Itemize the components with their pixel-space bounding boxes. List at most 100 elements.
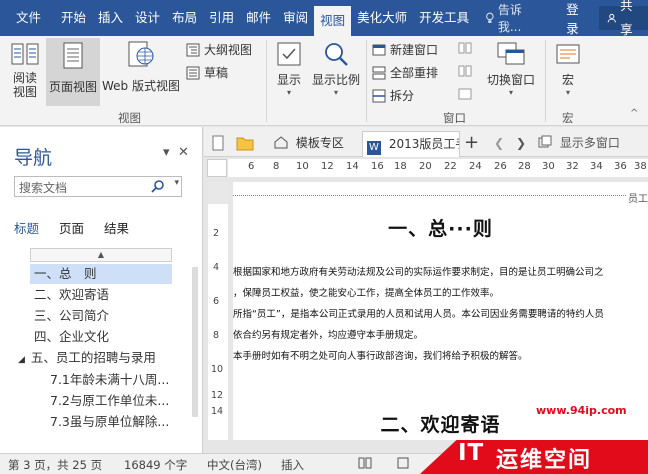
ruler-mark: 10 [296,161,309,172]
views-group-label: 视图 [118,111,141,125]
zoom-button[interactable]: 显示比例 ▾ [310,40,362,104]
nav-tab-results[interactable]: 结果 [104,218,129,237]
document-tabs-bar: 模板专区 W 2013版员工手 + ❮ ❯ 显示多窗口 [204,127,648,157]
page-count[interactable]: 第 3 页，共 25 页 [8,457,102,473]
chevron-down-icon: ▾ [565,88,570,97]
show-multi-window-button[interactable]: 显示多窗口 [538,131,620,155]
tab-template-label: 模板专区 [295,136,344,150]
ruler-mark: 14 [211,406,224,417]
tab-document[interactable]: W 2013版员工手 [362,131,460,157]
nav-subheading-item[interactable]: 7.1年龄未满十八周... [0,370,190,390]
ruler-mark: 6 [213,296,220,307]
multi-window-icon [538,135,552,148]
tab-layout[interactable]: 布局 [166,0,203,36]
arrange-all-button[interactable]: 全部重排 [372,64,438,81]
insert-mode[interactable]: 插入 [281,457,304,473]
chevron-down-icon: ▾ [286,88,291,97]
nav-heading-item[interactable]: 二、欢迎寄语 [0,285,190,305]
body-paragraph[interactable]: 根据国家和地方政府有关劳动法规及公司的实际运作要求制定，目的是让员工明确公司之 [233,264,648,278]
tab-file[interactable]: 文件 [0,0,55,36]
ruler-mark: 12 [321,161,334,172]
tab-template-zone[interactable]: 模板专区 [270,131,344,155]
tab-view[interactable]: 视图 [314,6,352,36]
arrange-all-label: 全部重排 [390,66,439,80]
outline-button[interactable]: 大纲视图 [186,41,252,58]
search-icon[interactable] [151,179,165,193]
nav-heading-item[interactable]: ◢ 五、员工的招聘与录用 [0,348,190,368]
login-link[interactable]: 登录 [566,0,586,37]
zoom-label: 显示比例 [311,73,360,87]
collapse-all-icon[interactable]: ▲ [30,248,172,262]
read-mode-button[interactable]: 阅读 视图 [6,40,44,104]
lightbulb-icon [486,12,494,23]
document-page[interactable]: 员工 一、总···则 根据国家和地方政府有关劳动法规及公司的实际运作要求制定，目… [233,182,648,440]
ruler-mark: 8 [213,330,220,341]
tab-insert[interactable]: 插入 [92,0,129,36]
horizontal-ruler[interactable]: 6 8 10 12 14 16 18 20 22 24 26 28 30 32 … [228,159,648,177]
tab-developer[interactable]: 开发工具 [413,0,475,36]
ruler-corner[interactable] [207,159,227,177]
nav-scrollbar[interactable] [192,267,198,417]
heading-1[interactable]: 一、总···则 [233,214,648,241]
close-icon[interactable]: ✕ [178,145,189,160]
person-icon [607,13,616,23]
tab-mailings[interactable]: 邮件 [240,0,277,36]
nav-heading-item[interactable]: 三、公司简介 [0,306,190,326]
tab-references[interactable]: 引用 [203,0,240,36]
split-button[interactable]: 拆分 [372,87,414,104]
nav-heading-item[interactable]: 一、总 则 [30,264,172,284]
web-layout-label: Web 版式视图 [102,79,180,93]
nav-search-placeholder: 搜索文档 [19,181,68,195]
doc-icon[interactable] [210,131,226,155]
draft-label: 草稿 [204,66,229,80]
scroll-right-icon[interactable]: ❯ [516,131,526,155]
tab-review[interactable]: 审阅 [277,0,314,36]
nav-search-input[interactable]: 搜索文档 ▾ [14,176,182,197]
ruler-mark: 28 [518,161,531,172]
tab-design[interactable]: 设计 [129,0,166,36]
collapse-ribbon-icon[interactable]: ^ [630,108,638,119]
show-label: 显示 [276,73,301,87]
scroll-left-icon[interactable]: ❮ [494,131,504,155]
new-window-button[interactable]: 新建窗口 [372,41,438,58]
print-layout-button[interactable]: 页面视图 [46,38,100,106]
reset-position-icon[interactable] [458,87,472,101]
draft-button[interactable]: 草稿 [186,64,228,81]
chevron-down-icon: ▾ [508,88,513,97]
sync-scroll-icon[interactable] [458,64,472,78]
expand-triangle-icon[interactable]: ◢ [18,355,25,365]
separator [366,40,367,122]
tab-beautify[interactable]: 美化大师 [351,0,413,36]
home-icon [274,136,288,149]
ruler-mark: 10 [211,364,224,375]
read-mode-view-icon[interactable] [358,457,372,472]
view-side-by-side-icon[interactable] [458,41,472,55]
folder-icon[interactable] [236,131,254,155]
macros-button[interactable]: 宏 ▾ [550,40,586,104]
nav-tabs: 标题 页面 结果 [14,218,129,237]
tell-me-box[interactable]: 告诉我... [485,1,536,35]
nav-options-icon[interactable]: ▾ [163,145,170,160]
body-paragraph[interactable]: 所指“员工”，是指本公司正式录用的人员和试用人员。本公司因业务需要聘请的特约人员 [233,306,648,320]
word-count[interactable]: 16849 个字 [124,457,187,473]
tab-home[interactable]: 开始 [55,0,92,36]
nav-subheading-item[interactable]: 7.2与原工作单位未... [0,391,190,411]
body-paragraph[interactable]: 依合约另有规定者外，均应遵守本手册规定。 [233,327,648,341]
ruler-mark: 34 [590,161,603,172]
body-paragraph[interactable]: 本手册时如有不明之处可向人事行政部咨询，我们将给予积极的解答。 [233,348,648,362]
language-indicator[interactable]: 中文(台湾) [207,457,262,473]
nav-heading-item[interactable]: 四、企业文化 [0,327,190,347]
nav-subheading-item[interactable]: 7.3虽与原单位解除... [0,412,190,432]
ruler-mark: 2 [213,228,220,239]
share-button[interactable]: 共享 [598,0,648,37]
vertical-ruler[interactable]: 2 4 6 8 10 12 14 [208,182,228,440]
switch-windows-button[interactable]: 切换窗口 ▾ [482,40,540,104]
chevron-down-icon[interactable]: ▾ [174,178,179,188]
body-paragraph[interactable]: ，保障员工权益，使之能安心工作，提高全体员工的工作效率。 [233,285,648,299]
web-layout-button[interactable]: Web 版式视图 [101,40,181,104]
nav-tab-pages[interactable]: 页面 [59,218,84,237]
show-button[interactable]: 显示 ▾ [272,40,306,104]
nav-tab-headings[interactable]: 标题 [14,218,39,237]
print-layout-view-icon[interactable] [396,457,410,472]
new-tab-button[interactable]: + [464,131,479,155]
